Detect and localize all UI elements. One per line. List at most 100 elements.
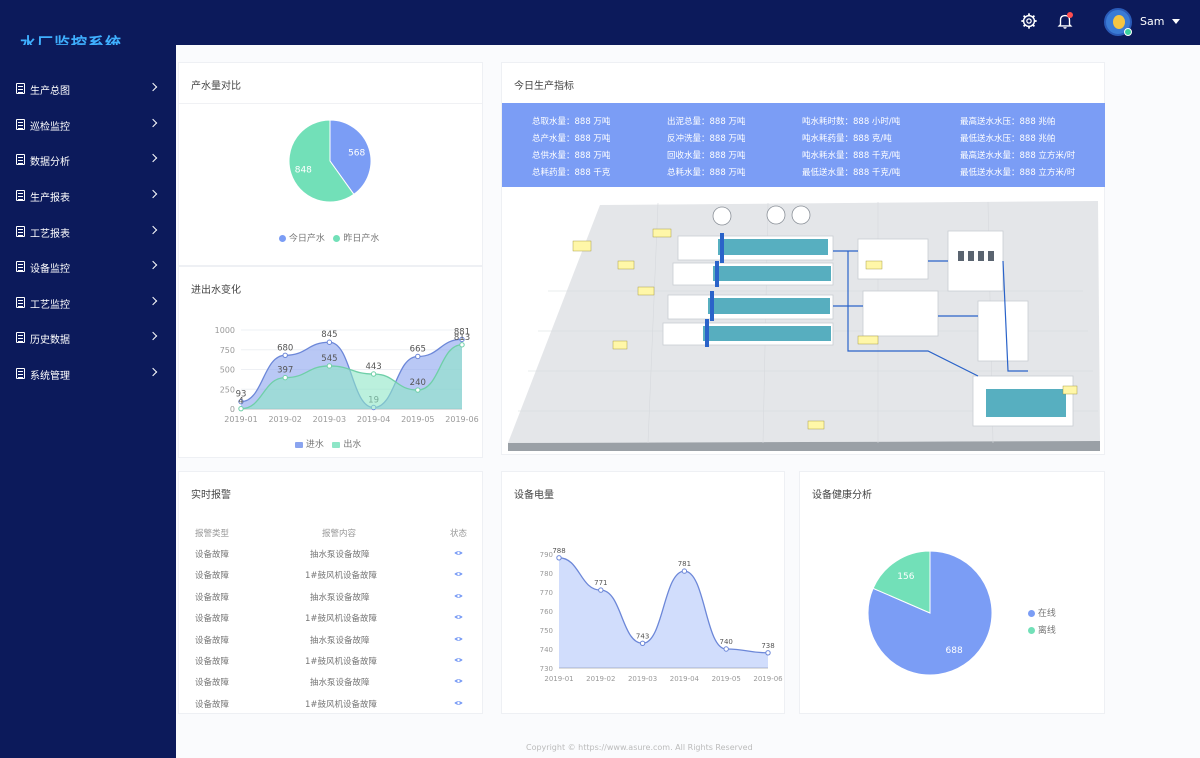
legend-label: 在线 bbox=[1037, 609, 1056, 619]
data-point bbox=[765, 650, 771, 656]
x-tick-label: 2019-04 bbox=[670, 675, 700, 683]
document-icon bbox=[16, 154, 25, 165]
chevron-right-icon bbox=[148, 367, 158, 377]
y-tick-label: 770 bbox=[540, 589, 553, 597]
chevron-right-icon bbox=[148, 82, 158, 92]
y-tick-label: 750 bbox=[540, 627, 553, 635]
y-tick-label: 1000 bbox=[215, 326, 235, 335]
legend-label: 出水 bbox=[343, 440, 362, 450]
x-tick-label: 2019-05 bbox=[401, 415, 434, 424]
legend-label: 昨日产水 bbox=[343, 234, 380, 244]
sidebar-item-production-overview[interactable]: 生产总图 bbox=[0, 72, 176, 106]
document-icon bbox=[16, 368, 25, 379]
eye-icon[interactable] bbox=[454, 593, 463, 599]
data-point bbox=[238, 405, 244, 412]
user-name[interactable]: Sam bbox=[1140, 15, 1164, 28]
table-header: 报警内容 bbox=[322, 529, 357, 539]
alarm-type-cell: 设备故障 bbox=[195, 571, 230, 582]
chevron-right-icon bbox=[148, 225, 158, 235]
eye-icon[interactable] bbox=[454, 700, 463, 706]
data-point bbox=[326, 339, 333, 345]
data-label: 156 bbox=[897, 572, 914, 582]
eye-icon[interactable] bbox=[454, 614, 463, 620]
alarm-type-cell: 设备故障 bbox=[195, 699, 230, 710]
metric-text: 最高送水水量：888 立方米/时 bbox=[960, 151, 1076, 161]
y-tick-label: 790 bbox=[540, 551, 553, 559]
sidebar-item-process-monitor[interactable]: 工艺监控 bbox=[0, 286, 176, 320]
metric-text: 最低送水水量：888 立方米/时 bbox=[960, 168, 1076, 178]
y-tick-label: 730 bbox=[540, 665, 553, 673]
sidebar-item-system-management[interactable]: 系统管理 bbox=[0, 357, 176, 391]
data-point bbox=[639, 640, 646, 647]
chart-legend: 进水 出水 bbox=[295, 437, 361, 450]
metric-text: 最低送水量：888 千克/吨 bbox=[802, 168, 901, 178]
document-icon bbox=[16, 297, 25, 308]
metric-text: 最高送水水压：888 兆帕 bbox=[960, 117, 1056, 127]
health-card: 设备健康分析 688 156 在线 离线 bbox=[799, 471, 1105, 714]
alarm-content-cell: 抽水泵设备故障 bbox=[310, 550, 370, 560]
chart-legend: 今日产水 昨日产水 bbox=[279, 231, 379, 244]
x-tick-label: 2019-05 bbox=[712, 675, 741, 683]
metric-text: 总供水量：888 万吨 bbox=[532, 151, 611, 161]
metric-text: 出泥总量：888 万吨 bbox=[667, 117, 746, 127]
alarm-card: 实时报警 报警类型 报警内容 状态 设备故障 抽水泵设备故障 设备故障 1#鼓风机设备… bbox=[178, 471, 483, 714]
metric-text: 吨水耗时数：888 小时/吨 bbox=[802, 117, 901, 127]
notification-dot bbox=[1067, 12, 1073, 18]
alarm-content-cell: 1#鼓风机设备故障 bbox=[305, 657, 378, 667]
alarm-type-cell: 设备故障 bbox=[195, 678, 230, 689]
data-point bbox=[415, 353, 421, 360]
data-point bbox=[282, 352, 288, 358]
data-label: 397 bbox=[277, 366, 293, 376]
sidebar-item-inspection[interactable]: 巡检监控 bbox=[0, 108, 176, 142]
alarm-content-cell: 1#鼓风机设备故障 bbox=[305, 571, 378, 582]
y-tick-label: 750 bbox=[220, 346, 235, 355]
data-label: 4 bbox=[238, 397, 243, 407]
data-label: 845 bbox=[321, 330, 337, 340]
chevron-right-icon bbox=[148, 118, 158, 128]
data-label: 788 bbox=[552, 547, 565, 555]
y-tick-label: 0 bbox=[230, 405, 235, 414]
table-header: 报警类型 bbox=[195, 529, 230, 539]
sidebar-item-process-report[interactable]: 工艺报表 bbox=[0, 215, 176, 249]
data-point bbox=[370, 371, 377, 377]
inout-water-area-chart: 0 250 500 750 1000 2019-01 2019-02 2019-03 2019-… bbox=[215, 326, 479, 424]
data-label: 568 bbox=[348, 148, 365, 158]
x-tick-label: 2019-01 bbox=[224, 415, 257, 424]
data-label: 743 bbox=[636, 632, 649, 640]
sidebar-item-production-report[interactable]: 生产报表 bbox=[0, 179, 176, 213]
inout-water-card: 进出水变化 0 250 500 750 1000 2019-01 2019-02 2019-0… bbox=[178, 266, 483, 458]
metric-text: 回收水量：888 万吨 bbox=[667, 151, 746, 161]
legend-label: 离线 bbox=[1037, 626, 1056, 636]
chevron-right-icon bbox=[148, 260, 158, 270]
data-label: 545 bbox=[321, 354, 337, 364]
metric-text: 反冲洗量：888 万吨 bbox=[667, 134, 746, 144]
x-tick-label: 2019-02 bbox=[586, 675, 615, 683]
alarm-type-cell: 设备故障 bbox=[195, 614, 230, 625]
eye-icon[interactable] bbox=[454, 550, 463, 556]
document-icon bbox=[16, 190, 25, 201]
eye-icon[interactable] bbox=[454, 657, 463, 663]
data-label: 240 bbox=[410, 378, 426, 388]
sidebar-item-history-data[interactable]: 历史数据 bbox=[0, 321, 176, 355]
chevron-right-icon bbox=[148, 189, 158, 199]
eye-icon[interactable] bbox=[454, 678, 463, 684]
metric-text: 总取水量：888 万吨 bbox=[532, 117, 611, 127]
gear-icon[interactable] bbox=[1020, 12, 1038, 30]
data-point bbox=[459, 342, 465, 348]
sidebar-item-data-analysis[interactable]: 数据分析 bbox=[0, 143, 176, 177]
data-point bbox=[282, 374, 288, 381]
x-tick-label: 2019-01 bbox=[544, 675, 573, 683]
data-label: 738 bbox=[761, 642, 774, 650]
eye-icon[interactable] bbox=[454, 571, 463, 577]
metric-text: 总耗水量：888 万吨 bbox=[667, 168, 746, 178]
sidebar-item-equipment-monitor[interactable]: 设备监控 bbox=[0, 250, 176, 284]
chart-legend: 在线 离线 bbox=[1028, 606, 1056, 640]
alarm-type-cell: 设备故障 bbox=[195, 657, 230, 667]
series-area bbox=[559, 557, 768, 668]
caret-down-icon[interactable] bbox=[1172, 19, 1180, 24]
alarm-content-cell: 抽水泵设备故障 bbox=[310, 635, 370, 646]
plant-layout-illustration bbox=[508, 201, 1100, 451]
eye-icon[interactable] bbox=[454, 636, 463, 642]
y-tick-label: 740 bbox=[540, 646, 553, 654]
alarm-type-cell: 设备故障 bbox=[195, 635, 230, 646]
